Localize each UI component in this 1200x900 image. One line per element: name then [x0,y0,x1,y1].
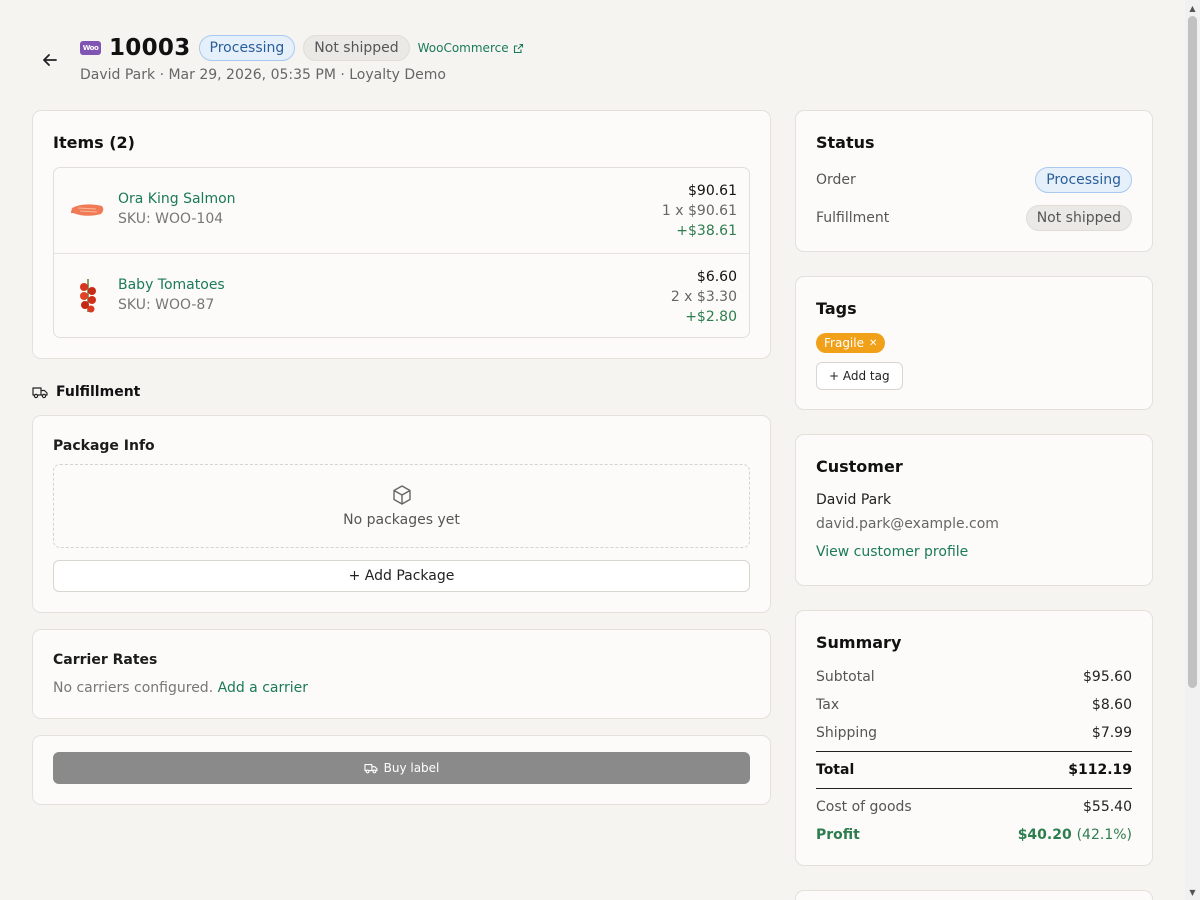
item-sku: SKU: WOO-104 [118,211,224,227]
carrier-rates-card: Carrier Rates No carriers configured. Ad… [32,629,771,719]
add-carrier-link[interactable]: Add a carrier [218,680,308,696]
view-customer-profile-link[interactable]: View customer profile [816,544,968,560]
subtotal-row: Subtotal $95.60 [816,669,1132,685]
item-name-link[interactable]: Baby Tomatoes [118,277,225,293]
item-name-link[interactable]: Ora King Salmon [118,191,236,207]
woocommerce-link-label: WooCommerce [417,41,509,55]
order-status-label: Order [816,172,856,188]
fulfillment-status-badge: Not shipped [1025,205,1132,231]
list-item: Baby Tomatoes SKU: WOO-87 $6.60 2 x $3.3… [54,253,749,338]
shipping-label: Shipping [816,725,878,741]
subtotal-label: Subtotal [816,669,875,685]
summary-divider [816,751,1132,752]
tags-title: Tags [816,299,857,318]
total-value: $112.19 [1068,762,1132,778]
item-quantity: 1 x $90.61 [661,203,737,219]
items-title: Items (2) [53,133,135,152]
package-empty-state: No packages yet [53,464,750,548]
list-item: Ora King Salmon SKU: WOO-104 $90.61 1 x … [54,168,749,253]
items-card: Items (2) Ora King Salmon SKU: WOO-104 $… [32,110,771,359]
profit-percent: (42.1%) [1076,827,1132,843]
summary-card: Summary Subtotal $95.60 Tax $8.60 Shippi… [795,610,1153,866]
tax-row: Tax $8.60 [816,697,1132,713]
subtotal-value: $95.60 [1083,669,1132,685]
status-card: Status Order Processing Fulfillment Not … [795,110,1153,252]
cost-of-goods-label: Cost of goods [816,799,912,815]
shipping-row: Shipping $7.99 [816,725,1132,741]
next-card-peek [795,890,1153,900]
fulfillment-status-label: Fulfillment [816,210,890,226]
profit-label: Profit [816,827,860,843]
back-button[interactable] [38,48,62,72]
package-icon [392,485,411,505]
buy-label-button[interactable]: Buy label [53,752,750,784]
cost-of-goods-row: Cost of goods $55.40 [816,799,1132,815]
shipping-value: $7.99 [1091,725,1132,741]
truck-icon [364,764,378,774]
carrier-rates-title: Carrier Rates [53,652,158,668]
tax-value: $8.60 [1091,697,1132,713]
item-total: $6.60 [696,269,737,285]
package-empty-text: No packages yet [343,512,460,528]
no-carriers-text: No carriers configured. [53,680,214,696]
customer-card: Customer David Park david.park@example.c… [795,434,1153,586]
profit-value-group: $40.20 (42.1%) [1018,827,1132,843]
scroll-up-icon[interactable]: ▲ [1185,1,1200,15]
profit-row: Profit $40.20 (42.1%) [816,827,1132,843]
item-margin: +$2.80 [685,309,737,325]
package-title: Package Info [53,438,155,454]
status-title: Status [816,133,875,152]
item-total: $90.61 [688,183,737,199]
summary-title: Summary [816,633,902,652]
total-label: Total [816,762,855,778]
external-link-icon [513,43,523,53]
item-price: $6.60 2 x $3.30 +$2.80 [671,267,737,327]
buy-label-card: Buy label [32,735,771,805]
item-sku: SKU: WOO-87 [118,297,215,313]
scrollbar-thumb[interactable] [1188,16,1197,688]
buy-label-text: Buy label [383,761,440,775]
arrow-left-icon [43,54,57,66]
order-status-row: Order Processing [816,167,1132,193]
carrier-rates-text: No carriers configured. Add a carrier [53,680,308,696]
total-row: Total $112.19 [816,762,1132,778]
package-card: Package Info No packages yet + Add Packa… [32,415,771,613]
customer-name: David Park [816,492,892,508]
order-subline: David Park · Mar 29, 2026, 05:35 PM · Lo… [80,67,446,83]
truck-icon [32,387,48,399]
fulfillment-heading: Fulfillment [32,384,140,400]
profit-value: $40.20 [1017,827,1072,843]
tomatoes-thumbnail [68,276,108,316]
woocommerce-link[interactable]: WooCommerce [418,41,524,55]
order-header: Woo 10003 Processing Not shipped WooComm… [80,33,524,63]
customer-title: Customer [816,457,903,476]
status-badge: Processing [198,35,296,61]
tag-label: Fragile [824,336,864,350]
fulfillment-status-row: Fulfillment Not shipped [816,205,1132,231]
customer-email: david.park@example.com [816,516,999,532]
tax-label: Tax [816,697,840,713]
item-price: $90.61 1 x $90.61 +$38.61 [662,181,737,241]
salmon-thumbnail [68,190,108,230]
order-number: 10003 [109,35,191,61]
scroll-down-icon[interactable]: ▼ [1185,885,1200,899]
woocommerce-logo-icon: Woo [80,41,101,55]
summary-divider [816,788,1132,789]
remove-tag-icon[interactable]: ✕ [869,338,877,349]
add-package-button[interactable]: + Add Package [53,560,750,592]
items-list: Ora King Salmon SKU: WOO-104 $90.61 1 x … [53,167,750,338]
item-margin: +$38.61 [676,223,737,239]
add-tag-button[interactable]: + Add tag [816,362,903,390]
shipping-badge: Not shipped [303,35,410,61]
tag-chip: Fragile ✕ [816,333,886,353]
fulfillment-heading-label: Fulfillment [56,384,141,400]
item-quantity: 2 x $3.30 [670,289,737,305]
cost-of-goods-value: $55.40 [1083,799,1132,815]
tags-card: Tags Fragile ✕ + Add tag [795,276,1153,410]
order-status-badge: Processing [1035,167,1132,193]
